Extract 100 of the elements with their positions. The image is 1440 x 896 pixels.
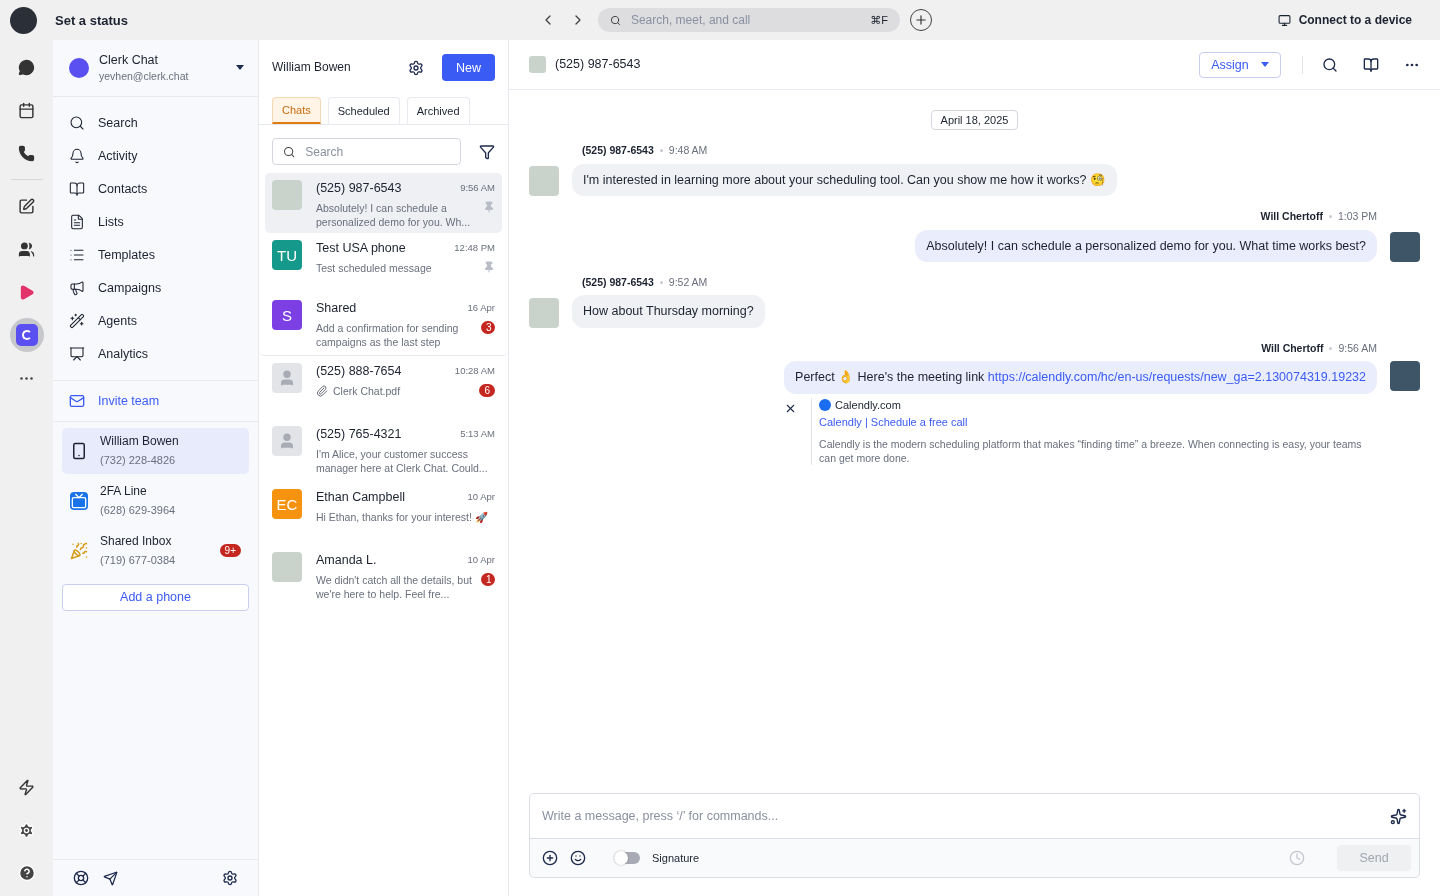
sender-name: (525) 987-6543 <box>582 275 654 290</box>
add-icon[interactable] <box>542 850 558 866</box>
connect-device-button[interactable]: Connect to a device <box>1271 12 1418 28</box>
sparkles-icon[interactable] <box>1390 807 1407 825</box>
mail-icon <box>69 392 85 409</box>
message-time: 1:03 PM <box>1337 209 1377 224</box>
meeting-link[interactable]: https://calendly.com/hc/en-us/requests/new_ga=2.130074319.19232 <box>987 370 1366 385</box>
search-icon <box>283 144 296 159</box>
user-avatar[interactable] <box>10 6 37 34</box>
user-avatar-icon <box>272 363 302 393</box>
invite-team-link[interactable]: Invite team <box>53 380 258 422</box>
message-preview: Hi Ethan, thanks for your interest! 🚀 <box>316 510 488 525</box>
conversation-item[interactable]: TU Test USA phone 12:48 PM Test scheduled message <box>265 233 502 293</box>
signature-label: Signature <box>652 850 700 866</box>
photo-placeholder <box>529 56 546 73</box>
nav-item[interactable]: Agents <box>53 305 258 336</box>
unread-count-badge: 1 <box>481 573 495 587</box>
conversation-time: 16 Apr <box>467 301 495 315</box>
presentation-icon <box>69 345 85 362</box>
rail-button[interactable] <box>9 318 44 352</box>
message-bubble: I'm interested in learning more about your scheduling tool. Can you show me how it works? 🧐 <box>572 163 1117 196</box>
sender-name: Will Chertoff <box>1260 209 1323 224</box>
conversation-item[interactable]: Amanda L. 10 Apr We didn't catch all the details, but we're here to help. Feel fre... 1 <box>265 545 502 608</box>
conversation-item[interactable]: S Shared 16 Apr Add a confirmation for sending campaigns as the last step 3 <box>259 293 508 356</box>
workspace-name: Clerk Chat <box>99 52 160 69</box>
book-icon[interactable] <box>1363 56 1379 73</box>
send-icon[interactable] <box>103 870 118 886</box>
preview-title-link[interactable]: Calendly | Schedule a free call <box>819 415 1372 428</box>
unread-count-badge: 6 <box>479 384 495 398</box>
settings-icon[interactable] <box>408 59 424 76</box>
nav-item[interactable]: Campaigns <box>53 272 258 303</box>
search-input[interactable]: Search, meet, and call <box>628 12 863 28</box>
tab[interactable]: Chats <box>272 97 321 124</box>
message-preview: We didn't catch all the details, but we're here to help. Feel fre... <box>316 573 473 602</box>
mobile-phone-icon <box>70 441 88 460</box>
filter-icon[interactable] <box>479 143 495 160</box>
search-icon <box>69 114 85 131</box>
message-bubble: How about Thursday morning? <box>572 295 765 328</box>
dropdown-caret-icon[interactable] <box>236 65 244 71</box>
chat-icon <box>18 58 35 76</box>
wand-icon <box>69 312 85 329</box>
message-preview: Absolutely! I can schedule a personalized demo for you. Wh... <box>316 201 472 230</box>
assign-button[interactable]: Assign <box>1199 51 1281 78</box>
photo-placeholder <box>529 165 559 196</box>
nav-item[interactable]: Activity <box>53 140 258 171</box>
conversation-item[interactable]: (525) 765-4321 5:13 AM I'm Alice, your customer success manager here at Clerk Chat. Could... <box>265 419 502 482</box>
photo-placeholder <box>1390 360 1420 391</box>
nav-item[interactable]: Templates <box>53 239 258 270</box>
conversation-title: (525) 987-6543 <box>555 56 642 73</box>
search-icon[interactable] <box>1322 56 1338 73</box>
message-bubble: Perfect 👌 Here's the meeting link https://calendly.com/hc/en-us/requests/new_ga=2.130074319.19232 <box>784 361 1377 394</box>
message-preview: Clerk Chat.pdf <box>316 384 401 399</box>
global-search-field[interactable]: Search, meet, and call ⌘F <box>598 8 900 32</box>
conversation-name: Shared <box>316 300 357 317</box>
caret-icon <box>1260 62 1269 67</box>
nav-item[interactable]: Lists <box>53 206 258 237</box>
plus-icon <box>914 13 928 27</box>
nav-item[interactable]: Search <box>53 107 258 138</box>
sender-name: Will Chertoff <box>1261 341 1324 356</box>
nav-item[interactable]: Contacts <box>53 173 258 204</box>
tv-icon <box>70 491 88 510</box>
search-icon <box>610 13 621 27</box>
site-logo-icon <box>819 398 832 411</box>
conversation-name: Amanda L. <box>316 552 377 569</box>
more-icon <box>20 376 33 380</box>
book-icon <box>69 180 85 197</box>
phone-line-item[interactable]: Shared Inbox (719) 677-0384 9+ <box>62 527 249 574</box>
tab[interactable]: Archived <box>406 97 470 124</box>
phone-icon <box>18 144 35 162</box>
conversation-item[interactable]: EC Ethan Campbell 10 Apr Hi Ethan, thanks for your interest! 🚀 <box>265 482 502 545</box>
phone-line-item[interactable]: 2FA Line (628) 629-3964 <box>62 477 249 524</box>
support-icon[interactable] <box>73 870 89 886</box>
tab[interactable]: Scheduled <box>327 97 400 124</box>
conversation-item[interactable]: (525) 987-6543 9:56 AM Absolutely! I can schedule a personalized demo for you. Wh... <box>265 173 502 233</box>
phone-line-item[interactable]: William Bowen (732) 228-4826 <box>62 427 249 474</box>
new-button[interactable]: New <box>442 54 495 81</box>
message-input-field[interactable]: Write a message, press ‘/’ for commands... <box>530 794 1419 839</box>
photo-placeholder <box>1390 231 1420 262</box>
status-label[interactable]: Set a status <box>55 12 128 28</box>
signature-toggle[interactable] <box>614 852 640 864</box>
add-phone-button[interactable]: Add a phone <box>62 583 249 611</box>
emoji-icon[interactable] <box>570 850 586 866</box>
conversation-name: (525) 765-4321 <box>316 426 402 443</box>
conversation-item[interactable]: (525) 888-7654 10:28 AM Clerk Chat.pdf 6 <box>265 356 502 419</box>
shortcut-hint: ⌘F <box>870 12 888 28</box>
nav-item[interactable]: Analytics <box>53 338 258 369</box>
message-preview: Add a confirmation for sending campaigns as the last step <box>316 321 460 350</box>
conversation-time: 10 Apr <box>467 553 495 567</box>
message-time: 9:48 AM <box>668 144 708 158</box>
message-input[interactable]: Write a message, press ‘/’ for commands... <box>540 808 1382 824</box>
settings-icon[interactable] <box>222 870 238 886</box>
party-popper-icon <box>70 541 88 560</box>
search-field[interactable]: Search <box>272 138 461 165</box>
play-icon <box>18 283 35 301</box>
megaphone-icon <box>69 279 85 296</box>
conversation-name: (525) 888-7654 <box>316 363 402 380</box>
search-input[interactable]: Search <box>303 143 450 160</box>
list-icon <box>69 213 85 230</box>
brand-logo-icon <box>15 324 38 346</box>
photo-placeholder <box>529 297 559 328</box>
